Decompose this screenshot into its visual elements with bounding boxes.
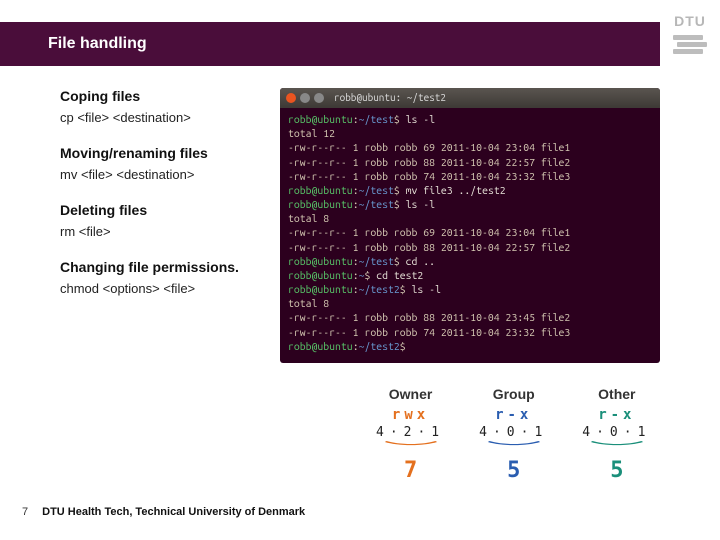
heading-move: Moving/renaming files (60, 145, 300, 161)
chmod-col-other: Other r-x 4·0·1 ︶ 5 (582, 386, 651, 483)
cmd-chmod: chmod <options> <file> (60, 281, 300, 296)
cmd-move: mv <file> <destination> (60, 167, 300, 182)
slide-title-bar: File handling (0, 22, 660, 66)
heading-chmod: Changing file permissions. (60, 259, 300, 275)
terminal-line: robb@ubuntu:~/test$ ls -l (288, 112, 652, 126)
terminal-line: -rw-r--r-- 1 robb robb 88 2011-10-04 22:… (288, 155, 652, 169)
window-max-icon (314, 93, 324, 103)
page-number: 7 (22, 506, 28, 518)
chmod-vals: 4·0·1 (479, 425, 548, 440)
dtu-logo-bands (673, 35, 707, 54)
terminal-line: -rw-r--r-- 1 robb robb 74 2011-10-04 23:… (288, 325, 652, 339)
chmod-digit: 5 (479, 458, 548, 483)
dtu-logo: DTU (673, 13, 707, 54)
chmod-digit: 5 (582, 458, 651, 483)
terminal-line: -rw-r--r-- 1 robb robb 74 2011-10-04 23:… (288, 169, 652, 183)
chmod-label: Group (479, 386, 548, 402)
heading-copy: Coping files (60, 88, 300, 104)
chmod-vals: 4·0·1 (582, 425, 651, 440)
terminal-window: robb@ubuntu: ~/test2 robb@ubuntu:~/test$… (280, 88, 660, 363)
section-chmod: Changing file permissions. chmod <option… (60, 259, 300, 296)
brace-icon: ︶ (589, 444, 644, 455)
section-delete: Deleting files rm <file> (60, 202, 300, 239)
chmod-label: Owner (376, 386, 445, 402)
brace-icon: ︶ (383, 444, 438, 455)
terminal-line: robb@ubuntu:~$ cd test2 (288, 268, 652, 282)
window-min-icon (300, 93, 310, 103)
section-move: Moving/renaming files mv <file> <destina… (60, 145, 300, 182)
terminal-line: total 8 (288, 211, 652, 225)
terminal-line: robb@ubuntu:~/test2$ (288, 339, 652, 353)
brace-icon: ︶ (486, 444, 541, 455)
terminal-line: robb@ubuntu:~/test2$ ls -l (288, 282, 652, 296)
terminal-line: -rw-r--r-- 1 robb robb 69 2011-10-04 23:… (288, 225, 652, 239)
chmod-digit: 7 (376, 458, 445, 483)
slide-title: File handling (48, 35, 147, 53)
chmod-rwx: r-x (598, 407, 635, 423)
dtu-logo-text: DTU (674, 13, 706, 29)
terminal-line: -rw-r--r-- 1 robb robb 69 2011-10-04 23:… (288, 140, 652, 154)
chmod-rwx: rwx (392, 407, 429, 423)
body-content: Coping files cp <file> <destination> Mov… (60, 88, 300, 310)
cmd-copy: cp <file> <destination> (60, 110, 300, 125)
terminal-line: robb@ubuntu:~/test$ mv file3 ../test2 (288, 183, 652, 197)
terminal-line: -rw-r--r-- 1 robb robb 88 2011-10-04 23:… (288, 310, 652, 324)
cmd-delete: rm <file> (60, 224, 300, 239)
slide-footer: 7 DTU Health Tech, Technical University … (22, 506, 305, 518)
terminal-title: robb@ubuntu: ~/test2 (334, 91, 446, 105)
terminal-body: robb@ubuntu:~/test$ ls -ltotal 12-rw-r--… (280, 108, 660, 355)
chmod-label: Other (582, 386, 651, 402)
terminal-titlebar: robb@ubuntu: ~/test2 (280, 88, 660, 108)
window-close-icon (286, 93, 296, 103)
terminal-line: total 12 (288, 126, 652, 140)
chmod-col-group: Group r-x 4·0·1 ︶ 5 (479, 386, 548, 483)
chmod-figure: Owner rwx 4·2·1 ︶ 7 Group r-x 4·0·1 ︶ 5 … (376, 386, 651, 483)
chmod-rwx: r-x (495, 407, 532, 423)
terminal-line: robb@ubuntu:~/test$ cd .. (288, 254, 652, 268)
section-copy: Coping files cp <file> <destination> (60, 88, 300, 125)
terminal-line: -rw-r--r-- 1 robb robb 88 2011-10-04 22:… (288, 240, 652, 254)
chmod-col-owner: Owner rwx 4·2·1 ︶ 7 (376, 386, 445, 483)
terminal-line: robb@ubuntu:~/test$ ls -l (288, 197, 652, 211)
heading-delete: Deleting files (60, 202, 300, 218)
terminal-line: total 8 (288, 296, 652, 310)
footer-text: DTU Health Tech, Technical University of… (42, 506, 305, 518)
chmod-vals: 4·2·1 (376, 425, 445, 440)
